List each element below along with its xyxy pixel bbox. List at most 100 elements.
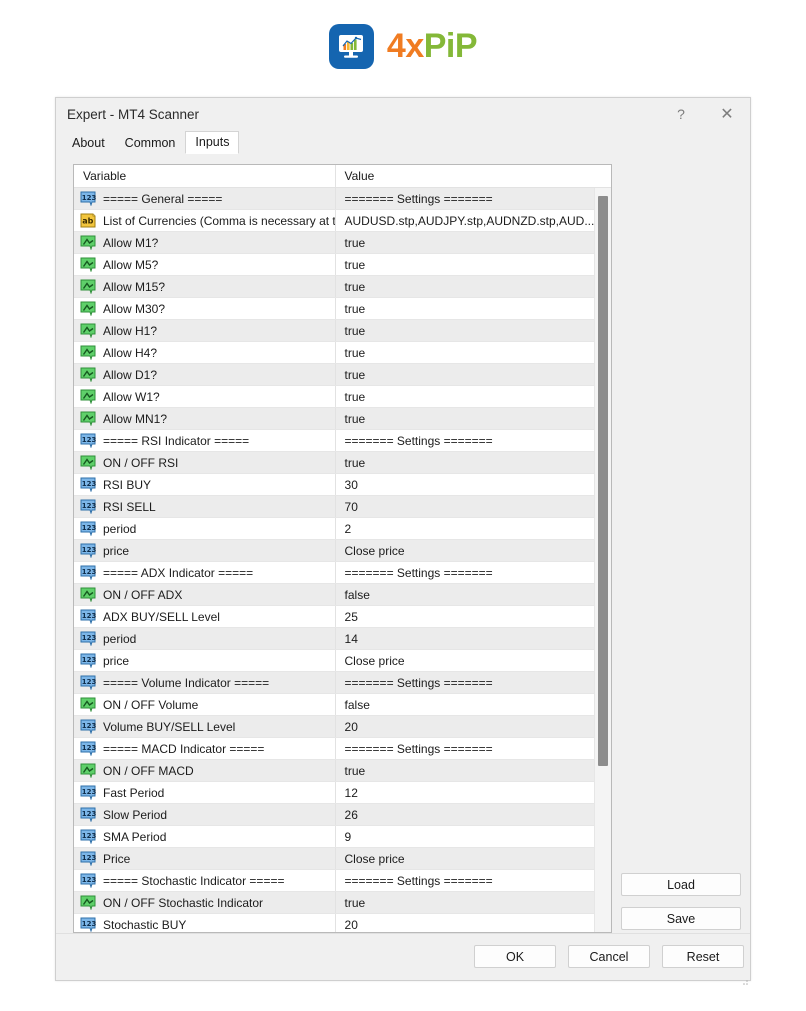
value-cell[interactable]: ======= Settings ======= — [334, 738, 611, 759]
table-row[interactable]: 123 RSI SELL 70 — [74, 496, 611, 518]
value-cell[interactable]: 2 — [334, 518, 611, 539]
table-row[interactable]: ON / OFF ADX false — [74, 584, 611, 606]
value-cell[interactable]: ======= Settings ======= — [334, 188, 611, 209]
value-cell[interactable]: ======= Settings ======= — [334, 672, 611, 693]
value-cell[interactable]: true — [334, 892, 611, 913]
int-type-icon: 123 — [80, 609, 96, 624]
table-row[interactable]: Allow M15? true — [74, 276, 611, 298]
table-row[interactable]: ab List of Currencies (Comma is necessary… — [74, 210, 611, 232]
tab-about[interactable]: About — [62, 132, 115, 154]
table-row[interactable]: 123 ===== General ===== ======= Settings =… — [74, 188, 611, 210]
table-row[interactable]: Allow D1? true — [74, 364, 611, 386]
table-row[interactable]: 123 Volume BUY/SELL Level 20 — [74, 716, 611, 738]
bool-type-icon — [80, 235, 96, 250]
table-row[interactable]: Allow M5? true — [74, 254, 611, 276]
value-cell[interactable]: 12 — [334, 782, 611, 803]
table-row[interactable]: 123 period 14 — [74, 628, 611, 650]
variable-label: Price — [103, 851, 131, 866]
table-row[interactable]: 123 SMA Period 9 — [74, 826, 611, 848]
value-cell[interactable]: true — [334, 320, 611, 341]
value-cell[interactable]: Close price — [334, 650, 611, 671]
int-type-icon: 123 — [80, 433, 96, 448]
value-cell[interactable]: ======= Settings ======= — [334, 870, 611, 891]
value-cell[interactable]: true — [334, 232, 611, 253]
resize-grip[interactable] — [742, 972, 748, 985]
variable-label: ON / OFF Stochastic Indicator — [103, 895, 264, 910]
table-row[interactable]: 123 ===== Stochastic Indicator ===== =====… — [74, 870, 611, 892]
tab-inputs[interactable]: Inputs — [185, 131, 240, 154]
svg-text:123: 123 — [82, 612, 96, 620]
grid-vertical-scrollbar[interactable] — [594, 188, 611, 932]
table-row[interactable]: Allow H1? true — [74, 320, 611, 342]
value-cell[interactable]: AUDUSD.stp,AUDJPY.stp,AUDNZD.stp,AUD... — [334, 210, 611, 231]
value-cell[interactable]: false — [334, 694, 611, 715]
grid-scrollbar-thumb[interactable] — [598, 196, 608, 766]
value-cell[interactable]: true — [334, 408, 611, 429]
table-row[interactable]: 123 ===== RSI Indicator ===== ======= Sett… — [74, 430, 611, 452]
value-cell[interactable]: 14 — [334, 628, 611, 649]
help-icon[interactable]: ? — [658, 99, 704, 130]
table-row[interactable]: 123 Slow Period 26 — [74, 804, 611, 826]
table-row[interactable]: Allow W1? true — [74, 386, 611, 408]
value-cell[interactable]: true — [334, 342, 611, 363]
close-icon[interactable]: ✕ — [704, 99, 750, 130]
value-cell[interactable]: true — [334, 254, 611, 275]
grid-body: 123 ===== General ===== ======= Settings =… — [74, 188, 611, 932]
value-text: Close price — [344, 653, 405, 668]
table-row[interactable]: 123 ADX BUY/SELL Level 25 — [74, 606, 611, 628]
int-type-icon: 123 — [80, 851, 96, 866]
table-row[interactable]: 123 price Close price — [74, 540, 611, 562]
reset-button[interactable]: Reset — [662, 945, 744, 968]
ok-button[interactable]: OK — [474, 945, 556, 968]
table-row[interactable]: 123 Stochastic BUY 20 — [74, 914, 611, 932]
table-row[interactable]: 123 RSI BUY 30 — [74, 474, 611, 496]
value-cell[interactable]: 30 — [334, 474, 611, 495]
table-row[interactable]: 123 Fast Period 12 — [74, 782, 611, 804]
value-cell[interactable]: 26 — [334, 804, 611, 825]
value-cell[interactable]: true — [334, 760, 611, 781]
tab-common[interactable]: Common — [114, 132, 186, 154]
table-row[interactable]: 123 price Close price — [74, 650, 611, 672]
variable-cell: Allow M5? — [74, 254, 335, 275]
table-row[interactable]: ON / OFF RSI true — [74, 452, 611, 474]
table-row[interactable]: 123 ===== MACD Indicator ===== ======= Set… — [74, 738, 611, 760]
value-cell[interactable]: ======= Settings ======= — [334, 562, 611, 583]
table-row[interactable]: Allow M30? true — [74, 298, 611, 320]
save-button[interactable]: Save — [621, 907, 741, 930]
cancel-button[interactable]: Cancel — [568, 945, 650, 968]
value-text: ======= Settings ======= — [344, 433, 493, 448]
value-cell[interactable]: Close price — [334, 540, 611, 561]
value-text: 70 — [344, 499, 358, 514]
table-row[interactable]: ON / OFF Stochastic Indicator true — [74, 892, 611, 914]
value-cell[interactable]: true — [334, 276, 611, 297]
bool-type-icon — [80, 345, 96, 360]
table-row[interactable]: 123 ===== Volume Indicator ===== ======= S… — [74, 672, 611, 694]
value-text: Close price — [344, 543, 405, 558]
table-row[interactable]: ON / OFF Volume false — [74, 694, 611, 716]
value-cell[interactable]: 70 — [334, 496, 611, 517]
value-cell[interactable]: 9 — [334, 826, 611, 847]
table-row[interactable]: ON / OFF MACD true — [74, 760, 611, 782]
value-text: 9 — [344, 829, 352, 844]
value-text: ======= Settings ======= — [344, 565, 493, 580]
table-row[interactable]: 123 ===== ADX Indicator ===== ======= Sett… — [74, 562, 611, 584]
value-cell[interactable]: 20 — [334, 716, 611, 737]
table-row[interactable]: Allow H4? true — [74, 342, 611, 364]
variable-cell: 123 period — [74, 518, 335, 539]
value-cell[interactable]: true — [334, 386, 611, 407]
value-cell[interactable]: 25 — [334, 606, 611, 627]
value-cell[interactable]: true — [334, 298, 611, 319]
value-cell[interactable]: 20 — [334, 914, 611, 932]
value-cell[interactable]: Close price — [334, 848, 611, 869]
value-cell[interactable]: ======= Settings ======= — [334, 430, 611, 451]
int-type-icon: 123 — [80, 829, 96, 844]
value-cell[interactable]: true — [334, 452, 611, 473]
value-cell[interactable]: false — [334, 584, 611, 605]
load-button[interactable]: Load — [621, 873, 741, 896]
bool-type-icon — [80, 301, 96, 316]
table-row[interactable]: 123 period 2 — [74, 518, 611, 540]
table-row[interactable]: Allow MN1? true — [74, 408, 611, 430]
table-row[interactable]: Allow M1? true — [74, 232, 611, 254]
table-row[interactable]: 123 Price Close price — [74, 848, 611, 870]
value-cell[interactable]: true — [334, 364, 611, 385]
